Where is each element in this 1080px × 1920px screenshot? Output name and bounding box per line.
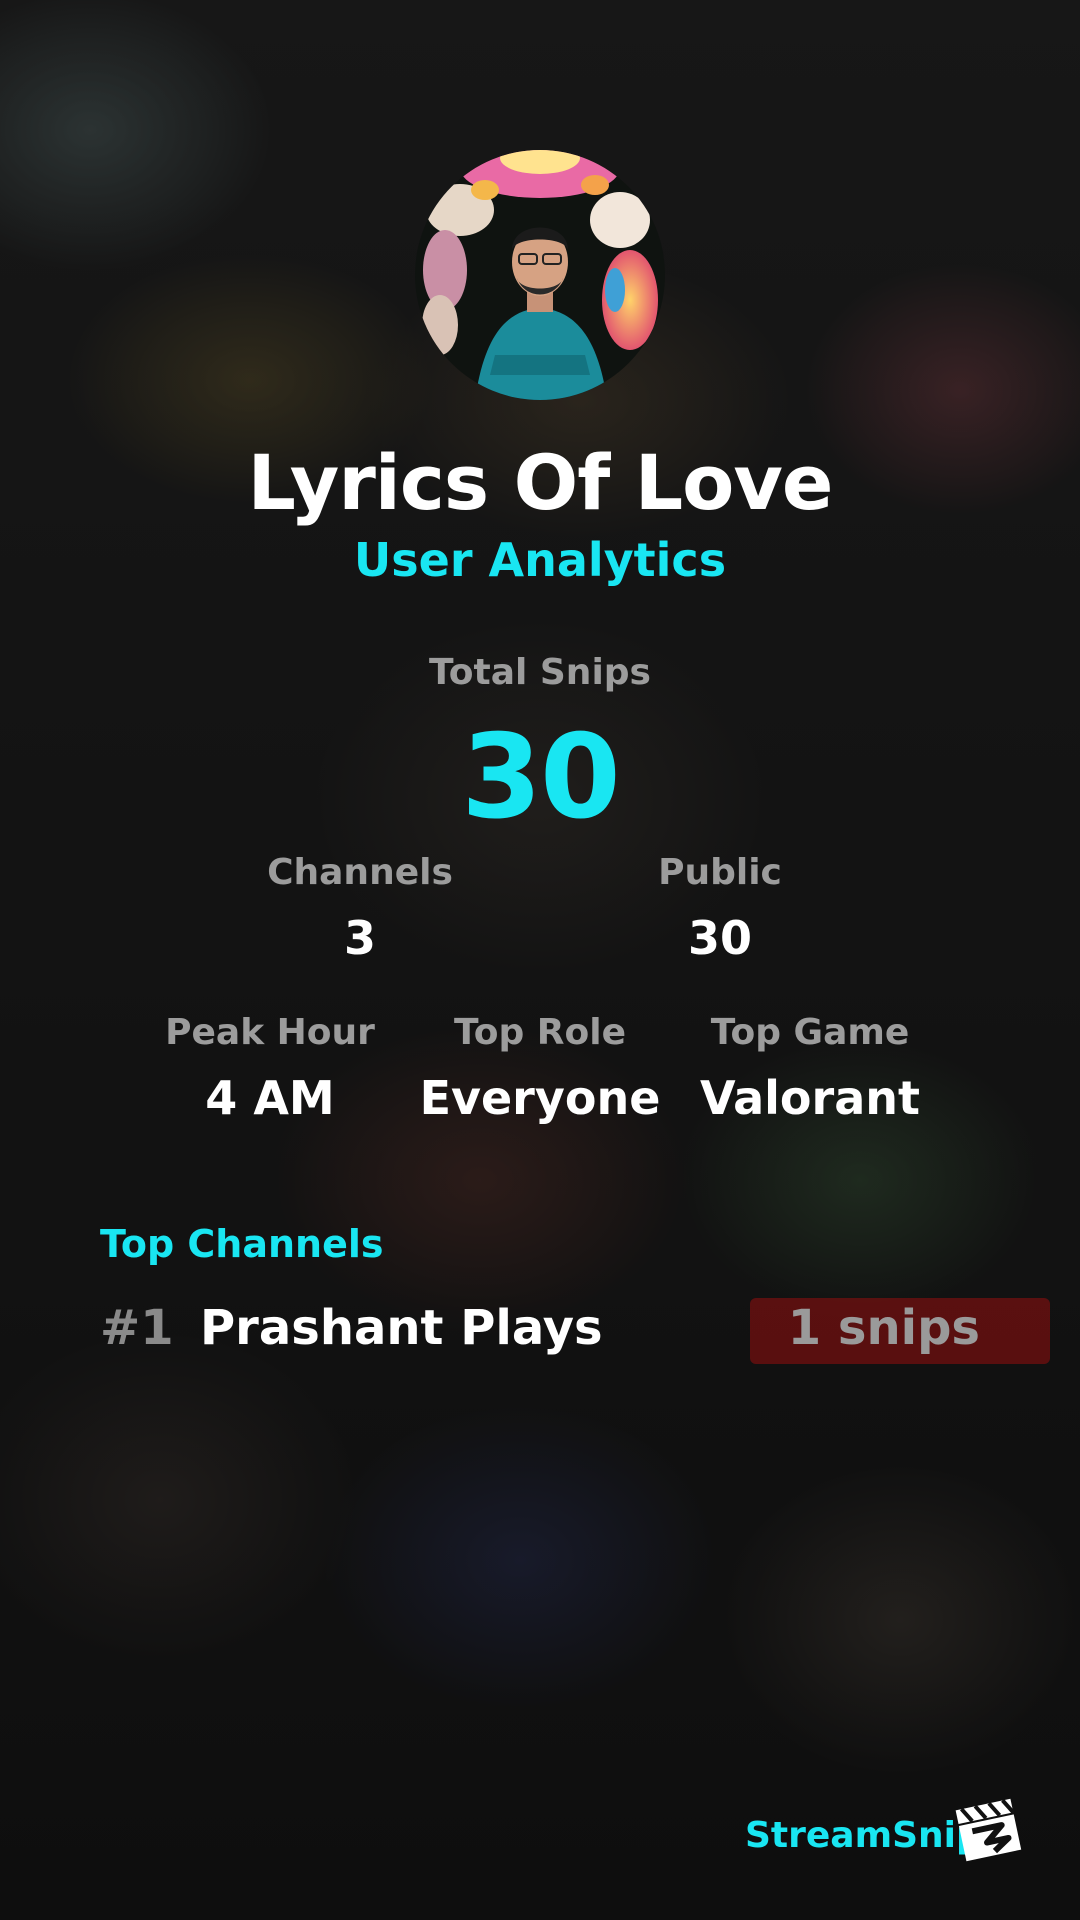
stat-public: Public 30 [600,852,840,965]
top-role-value: Everyone [419,1071,661,1125]
public-value: 30 [687,911,752,965]
channel-rank: #1 [100,1300,174,1356]
page-subtitle: User Analytics [353,533,727,587]
profile-name: Lyrics Of Love [247,438,834,527]
public-label: Public [658,852,782,893]
peak-hour-value: 4 AM [205,1071,335,1125]
top-game-label: Top Game [710,1012,910,1053]
clapperboard-icon [950,1790,1026,1866]
list-item: #1 Prashant Plays 1 snips [0,1298,1080,1364]
stat-top-role: Top Role Everyone [400,1012,680,1125]
avatar [415,150,665,400]
total-snips-value: 30 [461,710,620,845]
total-snips-label: Total Snips [429,652,651,693]
top-game-value: Valorant [700,1071,920,1125]
channels-label: Channels [267,852,453,893]
top-channels-heading: Top Channels [100,1222,384,1266]
channels-value: 3 [343,911,376,965]
peak-hour-label: Peak Hour [165,1012,375,1053]
brand-name: StreamSnip [745,1815,982,1856]
channel-name: Prashant Plays [200,1300,603,1356]
stat-channels: Channels 3 [240,852,480,965]
stat-top-game: Top Game Valorant [670,1012,950,1125]
top-role-label: Top Role [453,1012,627,1053]
stat-peak-hour: Peak Hour 4 AM [130,1012,410,1125]
channel-snips-count: 1 snips [787,1300,980,1356]
